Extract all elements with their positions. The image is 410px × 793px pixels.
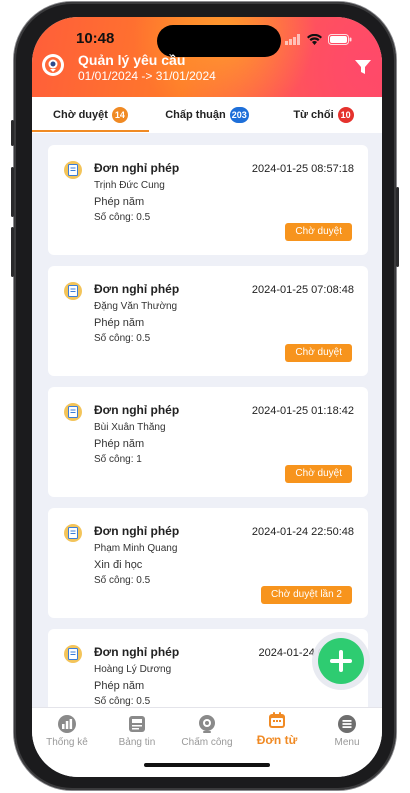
active-tab-indicator [32,130,149,132]
mute-switch [11,120,14,146]
request-title: Đơn nghỉ phép [94,282,180,296]
chart-icon [57,714,77,734]
news-icon [127,714,147,734]
app-screen: 10:48 Quản lý yêu cầu 01/01/2024 -> 31/0… [32,17,382,777]
filter-icon[interactable] [354,58,372,81]
request-title: Đơn nghỉ phép [94,524,180,538]
tab-pending-label: Chờ duyệt [53,109,108,121]
plus-icon [330,650,352,672]
tab-rejected[interactable]: Từ chối 10 [265,97,382,133]
employee-name: Phạm Minh Quang [94,543,178,554]
tab-bar: Chờ duyệt 14 Chấp thuận 203 Từ chối 10 [32,97,382,133]
wifi-icon [307,32,322,50]
status-button[interactable]: Chờ duyệt [285,344,352,362]
request-title: Đơn nghỉ phép [94,161,180,175]
date-range[interactable]: 01/01/2024 -> 31/01/2024 [78,69,216,83]
request-reason: Phép năm [94,680,145,692]
request-reason: Xin đi học [94,559,143,571]
request-time: 2024-01-24 22:50:48 [251,526,354,538]
nav-label: Thống kê [46,737,88,748]
request-reason: Phép năm [94,438,145,450]
tab-approved[interactable]: Chấp thuận 203 [149,97,265,133]
camera-icon [197,714,217,734]
document-icon [64,524,82,542]
volume-up-button [11,167,14,217]
tab-approved-count: 203 [229,107,249,123]
request-card[interactable]: Đơn nghỉ phép 2024-01-24 22:50:48 Phạm M… [48,508,368,618]
request-title: Đơn nghỉ phép [94,403,180,417]
employee-name: Hoàng Lý Dương [94,664,172,675]
menu-icon [337,714,357,734]
tab-rejected-label: Từ chối [293,109,334,121]
request-card[interactable]: Đơn nghỉ phép 2024-01-25 08:57:18 Trịnh … [48,145,368,255]
signal-icon [285,32,301,50]
work-days: Số công: 0.5 [94,212,151,223]
request-reason: Phép năm [94,317,145,329]
power-button [396,187,399,267]
tab-pending-count: 14 [111,107,128,123]
home-indicator[interactable] [144,763,270,767]
page-title: Quản lý yêu cầu [78,52,186,68]
nav-label: Chấm công [181,737,233,748]
nav-item-menu[interactable]: Menu [312,714,382,748]
tab-approved-label: Chấp thuận [165,109,226,121]
document-icon [64,282,82,300]
work-days: Số công: 0.5 [94,575,151,586]
request-reason: Phép năm [94,196,145,208]
request-time: 2024-01-25 07:08:48 [251,284,354,296]
work-days: Số công: 1 [94,454,142,465]
request-title: Đơn nghỉ phép [94,645,180,659]
employee-name: Đặng Văn Thường [94,301,178,312]
request-card[interactable]: Đơn nghỉ phép 2024-01-25 07:08:48 Đặng V… [48,266,368,376]
status-button[interactable]: Chờ duyệt [285,223,352,241]
app-logo-icon [42,54,64,76]
status-button[interactable]: Chờ duyệt lần 2 [260,586,352,604]
status-time: 10:48 [76,30,115,47]
nav-label: Bảng tin [118,737,156,748]
document-icon [64,161,82,179]
calendar-icon [267,710,287,730]
request-time: 2024-01-25 08:57:18 [251,163,354,175]
document-icon [64,403,82,421]
request-time: 2024-01-25 01:18:42 [251,405,354,417]
work-days: Số công: 0.5 [94,333,151,344]
header: 10:48 Quản lý yêu cầu 01/01/2024 -> 31/0… [32,17,382,97]
status-icons [285,32,352,50]
tab-pending[interactable]: Chờ duyệt 14 [32,97,149,133]
nav-label: Menu [334,737,360,748]
request-card[interactable]: Đơn nghỉ phép 2024-01-25 01:18:42 Bùi Xu… [48,387,368,497]
work-days: Số công: 0.5 [94,696,151,707]
add-request-button[interactable] [318,638,364,684]
status-button[interactable]: Chờ duyệt [285,465,352,483]
request-time: 2024-01-24 0 [258,647,324,659]
nav-item-news[interactable]: Bảng tin [102,714,172,748]
nav-item-statistics[interactable]: Thống kê [32,714,102,748]
volume-down-button [11,227,14,277]
request-list[interactable]: Đơn nghỉ phép 2024-01-25 08:57:18 Trịnh … [32,133,382,723]
nav-item-requests[interactable]: Đơn từ [242,710,312,747]
nav-item-attendance[interactable]: Chấm công [172,714,242,748]
document-icon [64,645,82,663]
employee-name: Bùi Xuân Thăng [94,422,166,433]
nav-label: Đơn từ [256,733,298,747]
tab-rejected-count: 10 [337,107,354,123]
employee-name: Trịnh Đức Cung [94,180,165,191]
battery-icon [328,32,352,50]
